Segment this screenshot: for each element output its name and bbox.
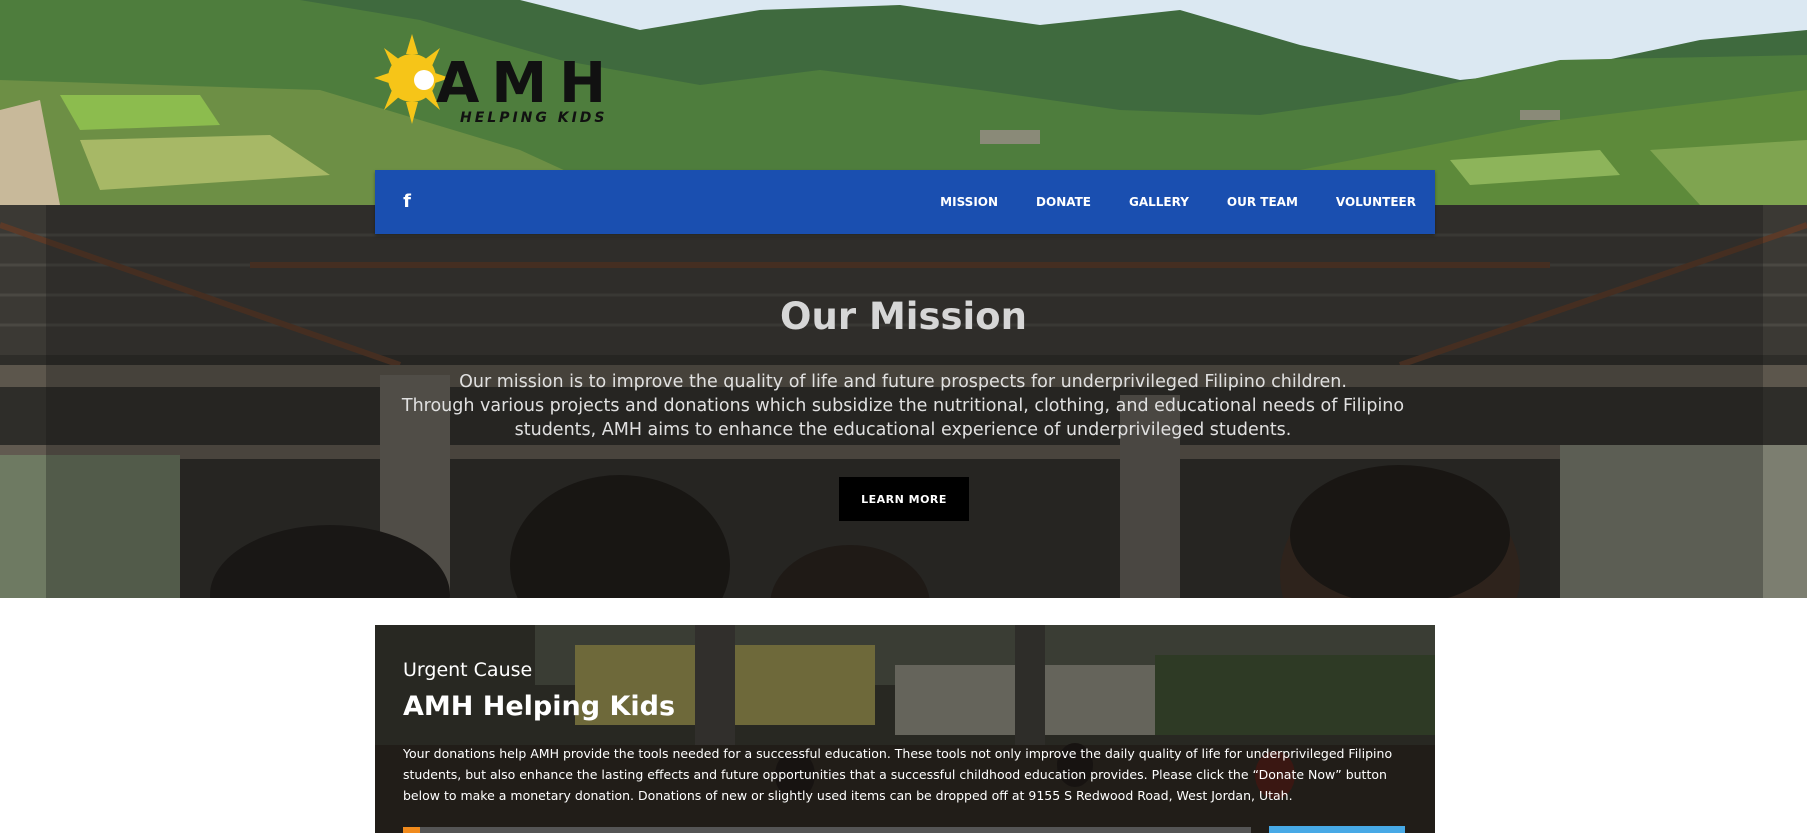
nav-item-our-team[interactable]: OUR TEAM <box>1208 170 1317 234</box>
cause-description: Your donations help AMH provide the tool… <box>403 746 1393 803</box>
cause-title: AMH Helping Kids <box>403 691 676 722</box>
donation-progress-bar <box>403 827 1251 833</box>
mission-line-1: Our mission is to improve the quality of… <box>459 372 1347 392</box>
mission-section: Our Mission Our mission is to improve th… <box>0 205 1807 598</box>
urgent-cause-panel: Urgent Cause AMH Helping Kids Your donat… <box>375 625 1435 833</box>
cause-kicker: Urgent Cause <box>403 659 533 681</box>
nav-item-donate[interactable]: DONATE <box>1017 170 1110 234</box>
donate-now-button[interactable] <box>1269 826 1405 833</box>
logo-title: AMH <box>436 51 618 116</box>
learn-more-button[interactable]: LEARN MORE <box>839 477 969 521</box>
mission-text: Our mission is to improve the quality of… <box>383 370 1423 442</box>
nav-item-volunteer[interactable]: VOLUNTEER <box>1317 170 1435 234</box>
donation-progress-fill <box>403 827 420 833</box>
nav-item-gallery[interactable]: GALLERY <box>1110 170 1208 234</box>
logo-subtitle: HELPING KIDS <box>460 110 608 126</box>
main-navbar: f MISSION DONATE GALLERY OUR TEAM VOLUNT… <box>375 170 1435 234</box>
facebook-icon[interactable]: f <box>395 190 419 214</box>
mission-line-2: Through various projects and donations w… <box>401 396 1405 440</box>
nav-item-mission[interactable]: MISSION <box>921 170 1017 234</box>
mission-title: Our Mission <box>780 295 1027 338</box>
nav-menu: MISSION DONATE GALLERY OUR TEAM VOLUNTEE… <box>921 170 1435 234</box>
logo[interactable]: AMH HELPING KIDS <box>372 32 612 132</box>
